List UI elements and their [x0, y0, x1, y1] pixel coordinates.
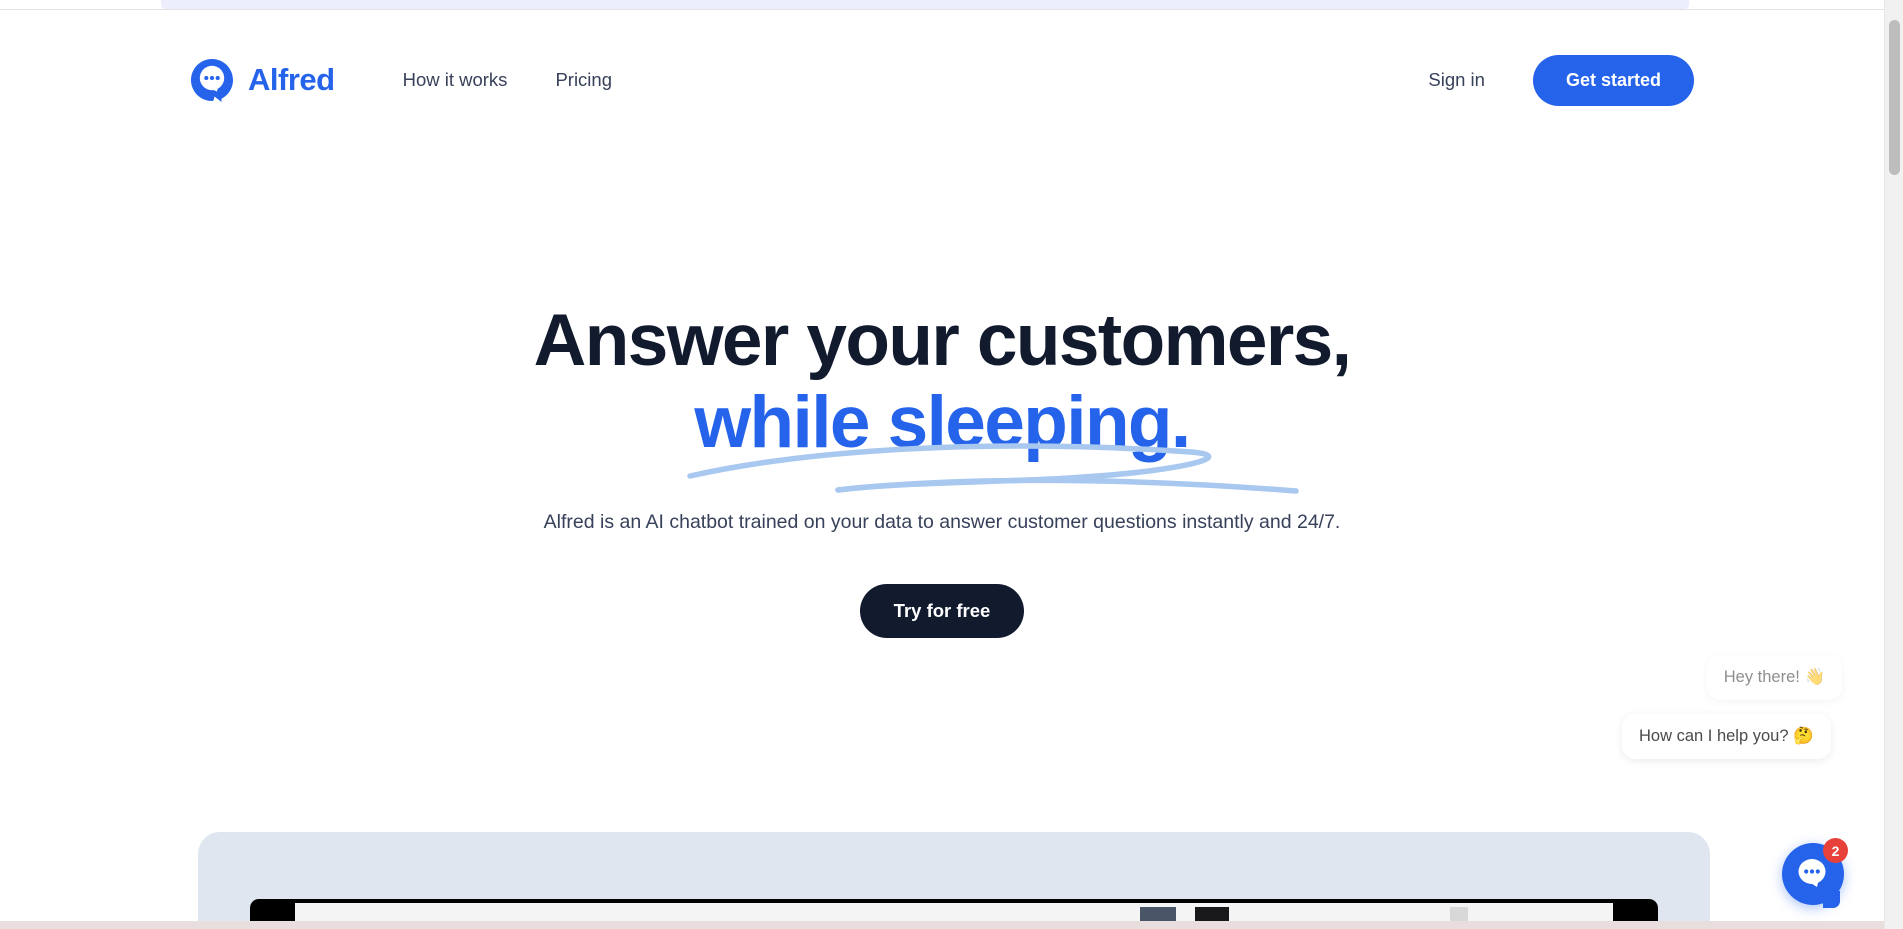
hero-section: Answer your customers, while sleeping. A…	[0, 300, 1884, 639]
primary-nav: How it works Pricing	[403, 69, 612, 91]
page-viewport: Alfred How it works Pricing Sign in Get …	[0, 0, 1884, 929]
site-header: Alfred How it works Pricing Sign in Get …	[0, 48, 1884, 112]
hero-heading-line-2: while sleeping.	[694, 381, 1191, 463]
page-scrollbar-thumb[interactable]	[1889, 20, 1900, 175]
chat-message-greeting[interactable]: Hey there! 👋	[1706, 655, 1842, 700]
scrolled-element-sliver	[161, 0, 1689, 9]
try-for-free-button[interactable]: Try for free	[859, 584, 1025, 639]
header-divider	[0, 9, 1884, 10]
sign-in-link[interactable]: Sign in	[1428, 69, 1485, 91]
nav-link-pricing[interactable]: Pricing	[555, 69, 612, 91]
hero-heading-line-2-wrapper: while sleeping.	[687, 381, 1300, 494]
get-started-button[interactable]: Get started	[1532, 54, 1694, 106]
hero-subtitle: Alfred is an AI chatbot trained on your …	[543, 510, 1341, 533]
hero-cta-wrapper: Try for free	[0, 584, 1884, 639]
header-actions: Sign in Get started	[1428, 54, 1694, 106]
chat-message-prompt[interactable]: How can I help you? 🤔	[1622, 714, 1831, 759]
brand-logo-link[interactable]: Alfred	[190, 58, 335, 103]
brand-name: Alfred	[248, 62, 335, 97]
chat-bubble-icon	[1798, 859, 1826, 887]
chat-message-stack: Hey there! 👋 How can I help you? 🤔	[1622, 655, 1842, 759]
hero-heading: Answer your customers, while sleeping.	[0, 300, 1884, 494]
chat-unread-badge: 2	[1823, 838, 1848, 863]
chat-launcher-button[interactable]: 2	[1782, 838, 1848, 908]
page-scrollbar-track[interactable]	[1884, 0, 1903, 929]
chat-bubble-logo-icon	[191, 58, 233, 102]
page-bottom-strip	[0, 921, 1884, 929]
hero-heading-line-1: Answer your customers,	[533, 300, 1352, 381]
product-showcase-panel	[198, 832, 1710, 929]
nav-link-how-it-works[interactable]: How it works	[403, 69, 508, 91]
